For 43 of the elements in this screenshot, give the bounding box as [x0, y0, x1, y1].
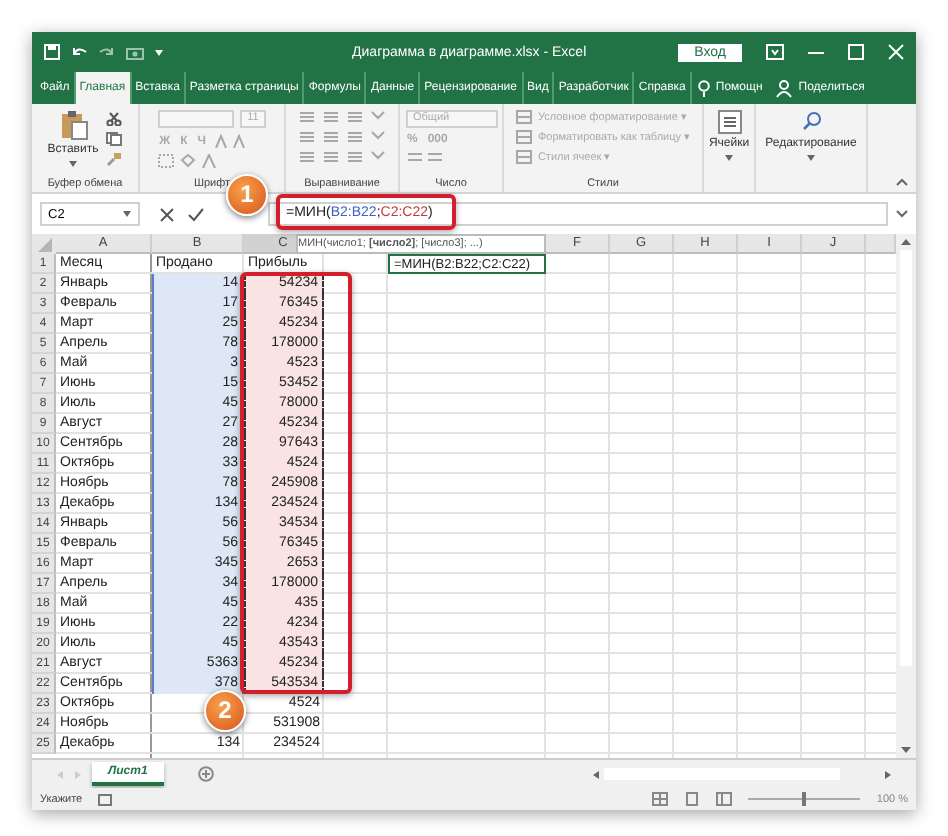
camera-icon[interactable]: [126, 45, 144, 59]
normal-view-icon[interactable]: [652, 792, 669, 806]
scroll-left-icon[interactable]: [592, 769, 600, 779]
save-icon[interactable]: [44, 44, 60, 60]
caret-icon[interactable]: [724, 154, 734, 162]
caret-icon[interactable]: [122, 210, 132, 218]
style-icon[interactable]: [515, 150, 532, 164]
scissors-icon[interactable]: [106, 112, 123, 126]
caret-icon[interactable]: [68, 160, 78, 168]
redo-icon[interactable]: [98, 44, 116, 60]
brush-icon[interactable]: [106, 152, 123, 166]
scroll-down-icon[interactable]: [900, 746, 912, 754]
maximize-icon[interactable]: [848, 44, 864, 60]
lightbulb-icon[interactable]: [697, 79, 710, 97]
undo-icon[interactable]: [70, 44, 88, 60]
cancel-icon[interactable]: [160, 207, 174, 221]
page-layout-icon[interactable]: [684, 792, 701, 806]
scroll-right-icon[interactable]: [884, 769, 892, 779]
add-sheet-icon[interactable]: [197, 766, 214, 782]
decimal-icon[interactable]: [405, 152, 445, 166]
caret-icon[interactable]: [154, 46, 164, 58]
ribbon-display-icon[interactable]: [766, 44, 784, 60]
clipboard-icon[interactable]: [59, 110, 87, 140]
scroll-up-icon[interactable]: [900, 238, 912, 246]
style-icon[interactable]: [515, 110, 532, 124]
slider-thumb[interactable]: [802, 792, 807, 806]
caret-icon[interactable]: [806, 154, 816, 162]
horizontal-scrollbar[interactable]: [592, 766, 892, 782]
copy-icon[interactable]: [106, 132, 123, 146]
borders-icon[interactable]: [157, 154, 174, 168]
font-name-field[interactable]: [157, 110, 234, 128]
cells-icon[interactable]: [717, 110, 741, 134]
collapse-icon[interactable]: [896, 178, 908, 186]
style-icon[interactable]: [515, 130, 532, 144]
font-color-icon[interactable]: [201, 154, 216, 168]
expand-icon[interactable]: [896, 210, 908, 218]
person-icon[interactable]: [776, 79, 793, 97]
vertical-scrollbar[interactable]: [896, 234, 916, 758]
page-break-icon[interactable]: [716, 792, 733, 806]
close-icon[interactable]: [888, 44, 904, 60]
search-icon[interactable]: [799, 110, 823, 134]
check-icon[interactable]: [188, 207, 204, 221]
macro-icon[interactable]: [98, 793, 113, 805]
